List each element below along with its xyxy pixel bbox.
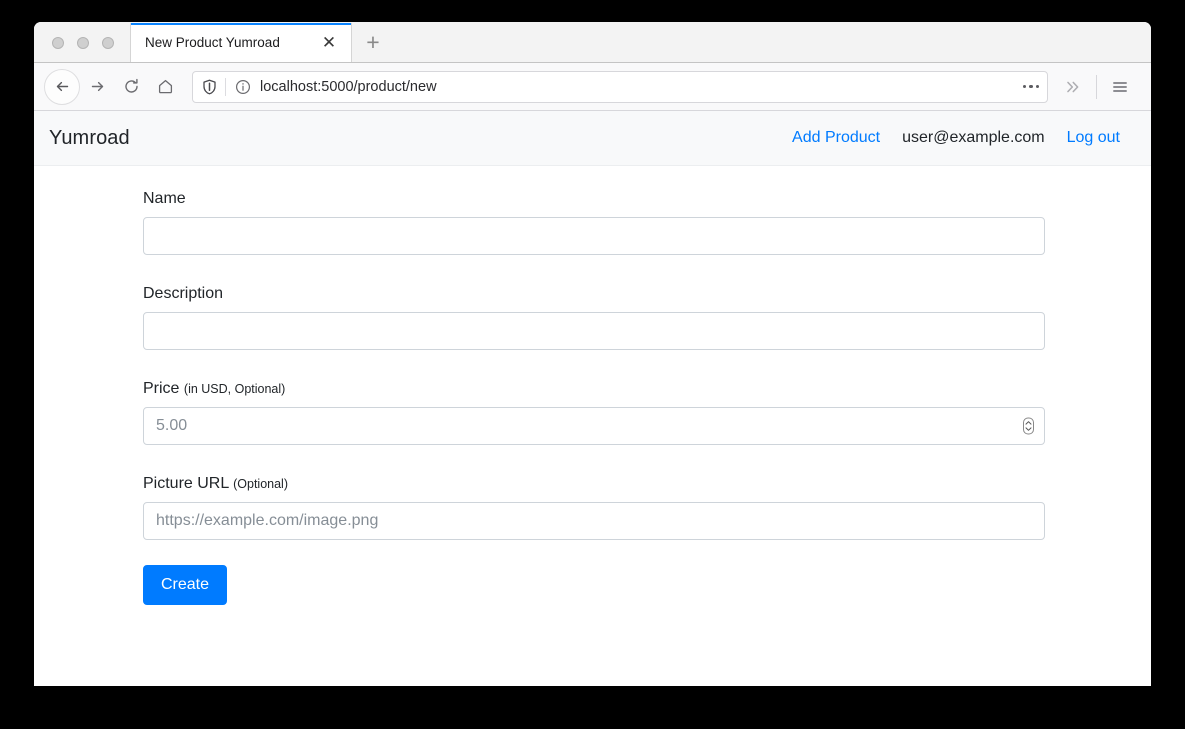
home-icon[interactable] [148, 70, 182, 104]
label-price: Price (in USD, Optional) [143, 380, 1045, 398]
browser-window: New Product Yumroad ✕ + localhost:5000/p… [34, 22, 1151, 686]
new-tab-icon[interactable]: + [352, 23, 394, 62]
url-bar[interactable]: localhost:5000/product/new [192, 70, 1048, 103]
toolbar-divider [1096, 74, 1097, 99]
nav-user-email: user@example.com [902, 129, 1045, 146]
close-icon[interactable]: ✕ [317, 31, 341, 55]
url-divider [225, 77, 226, 96]
ellipsis-icon[interactable] [1017, 84, 1039, 89]
back-arrow-icon[interactable] [44, 68, 80, 105]
field-group-price: Price (in USD, Optional) [143, 380, 1045, 445]
browser-tab-active[interactable]: New Product Yumroad ✕ [130, 23, 352, 62]
window-maximize-button[interactable] [102, 37, 114, 49]
label-picture-url-hint: (Optional) [233, 477, 288, 491]
price-input-wrapper [143, 407, 1045, 445]
reload-icon[interactable] [114, 70, 148, 104]
label-description: Description [143, 285, 224, 302]
info-circle-icon[interactable] [235, 79, 251, 95]
window-minimize-button[interactable] [77, 37, 89, 49]
app-navbar: Yumroad Add Product user@example.com Log… [34, 111, 1151, 166]
new-product-form: Name Description Price (in USD, Optional… [143, 190, 1045, 605]
nav-link-add-product[interactable]: Add Product [792, 129, 880, 147]
label-price-hint: (in USD, Optional) [183, 382, 286, 396]
price-input[interactable] [143, 407, 1045, 445]
label-picture-url-text: Picture URL [143, 475, 229, 492]
picture-url-input[interactable] [143, 502, 1045, 540]
brand-logo[interactable]: Yumroad [49, 127, 130, 150]
description-input[interactable] [143, 312, 1045, 350]
hamburger-menu-icon[interactable] [1103, 70, 1137, 104]
label-name: Name [143, 190, 186, 207]
create-button[interactable]: Create [143, 565, 228, 605]
page-content: Name Description Price (in USD, Optional… [34, 166, 1151, 686]
field-group-description: Description [143, 285, 1045, 350]
label-price-text: Price [143, 380, 180, 397]
navbar-links: Add Product user@example.com Log out [792, 129, 1120, 147]
window-close-button[interactable] [52, 37, 64, 49]
label-picture-url: Picture URL (Optional) [143, 475, 1045, 493]
browser-tab-title: New Product Yumroad [145, 35, 280, 50]
field-group-picture-url: Picture URL (Optional) [143, 475, 1045, 540]
browser-tab-strip: New Product Yumroad ✕ + [34, 22, 1151, 63]
window-controls [34, 37, 130, 62]
nav-link-log-out[interactable]: Log out [1067, 129, 1120, 147]
toolbar-overflow-icon[interactable] [1056, 70, 1090, 104]
name-input[interactable] [143, 217, 1045, 255]
url-text: localhost:5000/product/new [260, 78, 437, 95]
shield-icon[interactable] [202, 79, 217, 95]
browser-toolbar: localhost:5000/product/new [34, 63, 1151, 111]
field-group-name: Name [143, 190, 1045, 255]
forward-arrow-icon[interactable] [80, 70, 114, 104]
